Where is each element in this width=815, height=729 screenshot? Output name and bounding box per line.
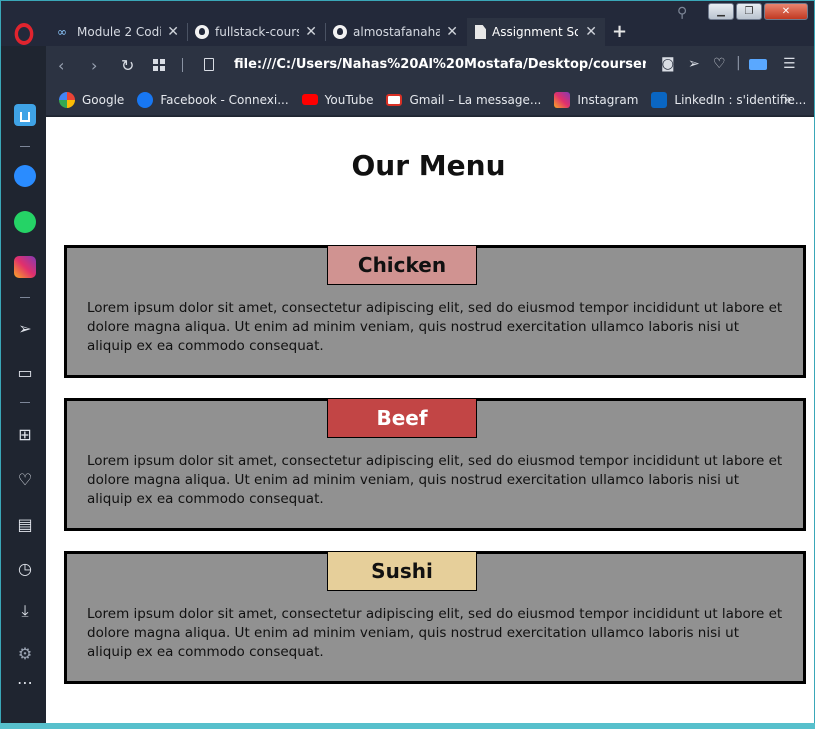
close-icon[interactable]: ✕ xyxy=(305,24,317,40)
scrollbar-track[interactable] xyxy=(811,117,814,724)
menu-section-sushi: Sushi Lorem ipsum dolor sit amet, consec… xyxy=(64,551,806,684)
bookmark-gmail[interactable]: Gmail – La message... xyxy=(386,93,541,107)
wallet-icon[interactable]: ▭ xyxy=(14,361,36,383)
settings-sliders-icon[interactable]: ☰ xyxy=(783,56,796,72)
menu-label: Chicken xyxy=(327,245,477,285)
heart-icon[interactable]: ♡ xyxy=(713,56,726,72)
divider: | xyxy=(736,55,741,71)
menu-label: Beef xyxy=(327,398,477,438)
tab-module-2[interactable]: ∞ Module 2 Coding ✕ xyxy=(49,18,187,46)
bookmark-label: YouTube xyxy=(324,92,374,107)
divider xyxy=(20,402,30,403)
close-icon[interactable]: ✕ xyxy=(585,24,597,40)
tab-title: almostafanahas/ xyxy=(353,25,441,39)
battery-saver-icon[interactable] xyxy=(749,59,767,70)
tab-almostafanahas[interactable]: almostafanahas/ ✕ xyxy=(325,18,466,46)
menu-section-chicken: Chicken Lorem ipsum dolor sit amet, cons… xyxy=(64,245,806,378)
github-icon xyxy=(195,25,209,39)
bookmark-google[interactable]: Google xyxy=(59,91,125,108)
divider xyxy=(20,297,30,298)
tab-fullstack-course[interactable]: fullstack-course ✕ xyxy=(187,18,325,46)
link-icon: ∞ xyxy=(57,25,67,39)
settings-icon[interactable]: ⚙ xyxy=(14,642,36,664)
download-icon[interactable]: ⤓ xyxy=(14,600,36,622)
browser-window: ∞ Module 2 Coding ✕ fullstack-course ✕ a… xyxy=(0,0,815,729)
news-icon[interactable]: ▤ xyxy=(14,513,36,535)
bookmark-label: Google xyxy=(82,92,125,107)
tab-title: fullstack-course xyxy=(215,25,299,39)
gmail-icon xyxy=(386,93,403,106)
search-icon[interactable]: ⚲ xyxy=(677,5,687,21)
close-window-button[interactable]: ✕ xyxy=(764,3,808,20)
bookmark-label: Gmail – La message... xyxy=(409,92,542,107)
apps-grid-icon[interactable]: ⊞ xyxy=(14,423,36,445)
facebook-icon xyxy=(137,91,154,108)
forward-icon[interactable]: › xyxy=(91,56,97,75)
send-icon[interactable]: ➢ xyxy=(14,317,36,339)
tab-bar: ∞ Module 2 Coding ✕ fullstack-course ✕ a… xyxy=(1,1,814,46)
menu-description: Lorem ipsum dolor sit amet, consectetur … xyxy=(87,606,783,660)
tab-title: Assignment Solu xyxy=(492,25,578,39)
home-icon[interactable] xyxy=(14,104,36,126)
instagram-icon xyxy=(554,91,571,108)
github-icon xyxy=(333,25,347,39)
minimize-button[interactable]: ▁ xyxy=(708,3,734,20)
window-bottom-edge xyxy=(0,723,815,729)
messenger-icon[interactable] xyxy=(14,165,36,187)
window-controls: ▁ ❐ ✕ xyxy=(708,3,808,20)
reload-icon[interactable]: ↻ xyxy=(121,56,134,75)
instagram-icon[interactable] xyxy=(14,256,36,278)
linkedin-icon xyxy=(651,91,668,108)
menu-section-beef: Beef Lorem ipsum dolor sit amet, consect… xyxy=(64,398,806,531)
opera-logo-icon[interactable] xyxy=(14,23,34,45)
url-field[interactable]: file:///C:/Users/Nahas%20Al%20Mostafa/De… xyxy=(234,57,646,72)
tab-assignment-solution[interactable]: Assignment Solu ✕ xyxy=(467,18,605,46)
opera-sidebar: ➢ ▭ ⊞ ♡ ▤ ◷ ⤓ ⚙ ⋯ xyxy=(1,84,46,724)
page-viewport: Our Menu Chicken Lorem ipsum dolor sit a… xyxy=(46,117,811,724)
bookmarks-bar: Google Facebook - Connexi... YouTube Gma… xyxy=(46,84,814,116)
bookmark-label: Facebook - Connexi... xyxy=(160,92,289,107)
send-icon[interactable]: ➢ xyxy=(688,56,700,72)
tab-title: Module 2 Coding xyxy=(77,25,161,39)
page-icon xyxy=(204,58,214,71)
back-icon[interactable]: ‹ xyxy=(58,56,64,75)
menu-description: Lorem ipsum dolor sit amet, consectetur … xyxy=(87,453,783,507)
youtube-icon xyxy=(301,94,318,105)
new-tab-button[interactable]: + xyxy=(612,21,627,42)
close-icon[interactable]: ✕ xyxy=(167,24,179,40)
menu-label: Sushi xyxy=(327,551,477,591)
maximize-button[interactable]: ❐ xyxy=(736,3,762,20)
whatsapp-icon[interactable] xyxy=(14,211,36,233)
chevron-double-right-icon[interactable]: » xyxy=(783,92,792,108)
divider xyxy=(182,58,183,72)
menu-description: Lorem ipsum dolor sit amet, consectetur … xyxy=(87,300,783,354)
bookmark-facebook[interactable]: Facebook - Connexi... xyxy=(137,91,289,108)
address-bar: ‹ › ↻ file:///C:/Users/Nahas%20Al%20Most… xyxy=(46,46,814,84)
tabs-grid-icon[interactable] xyxy=(153,59,165,71)
more-icon[interactable]: ⋯ xyxy=(14,671,36,693)
google-icon xyxy=(59,91,75,108)
page-icon xyxy=(475,25,486,39)
camera-icon[interactable]: ◙ xyxy=(661,56,675,72)
close-icon[interactable]: ✕ xyxy=(446,24,458,40)
heart-icon[interactable]: ♡ xyxy=(14,468,36,490)
history-icon[interactable]: ◷ xyxy=(14,557,36,579)
page-title: Our Menu xyxy=(351,149,506,182)
bookmark-label: Instagram xyxy=(577,92,639,107)
bookmark-youtube[interactable]: YouTube xyxy=(301,92,374,107)
divider xyxy=(20,146,30,147)
bookmark-instagram[interactable]: Instagram xyxy=(554,91,639,108)
